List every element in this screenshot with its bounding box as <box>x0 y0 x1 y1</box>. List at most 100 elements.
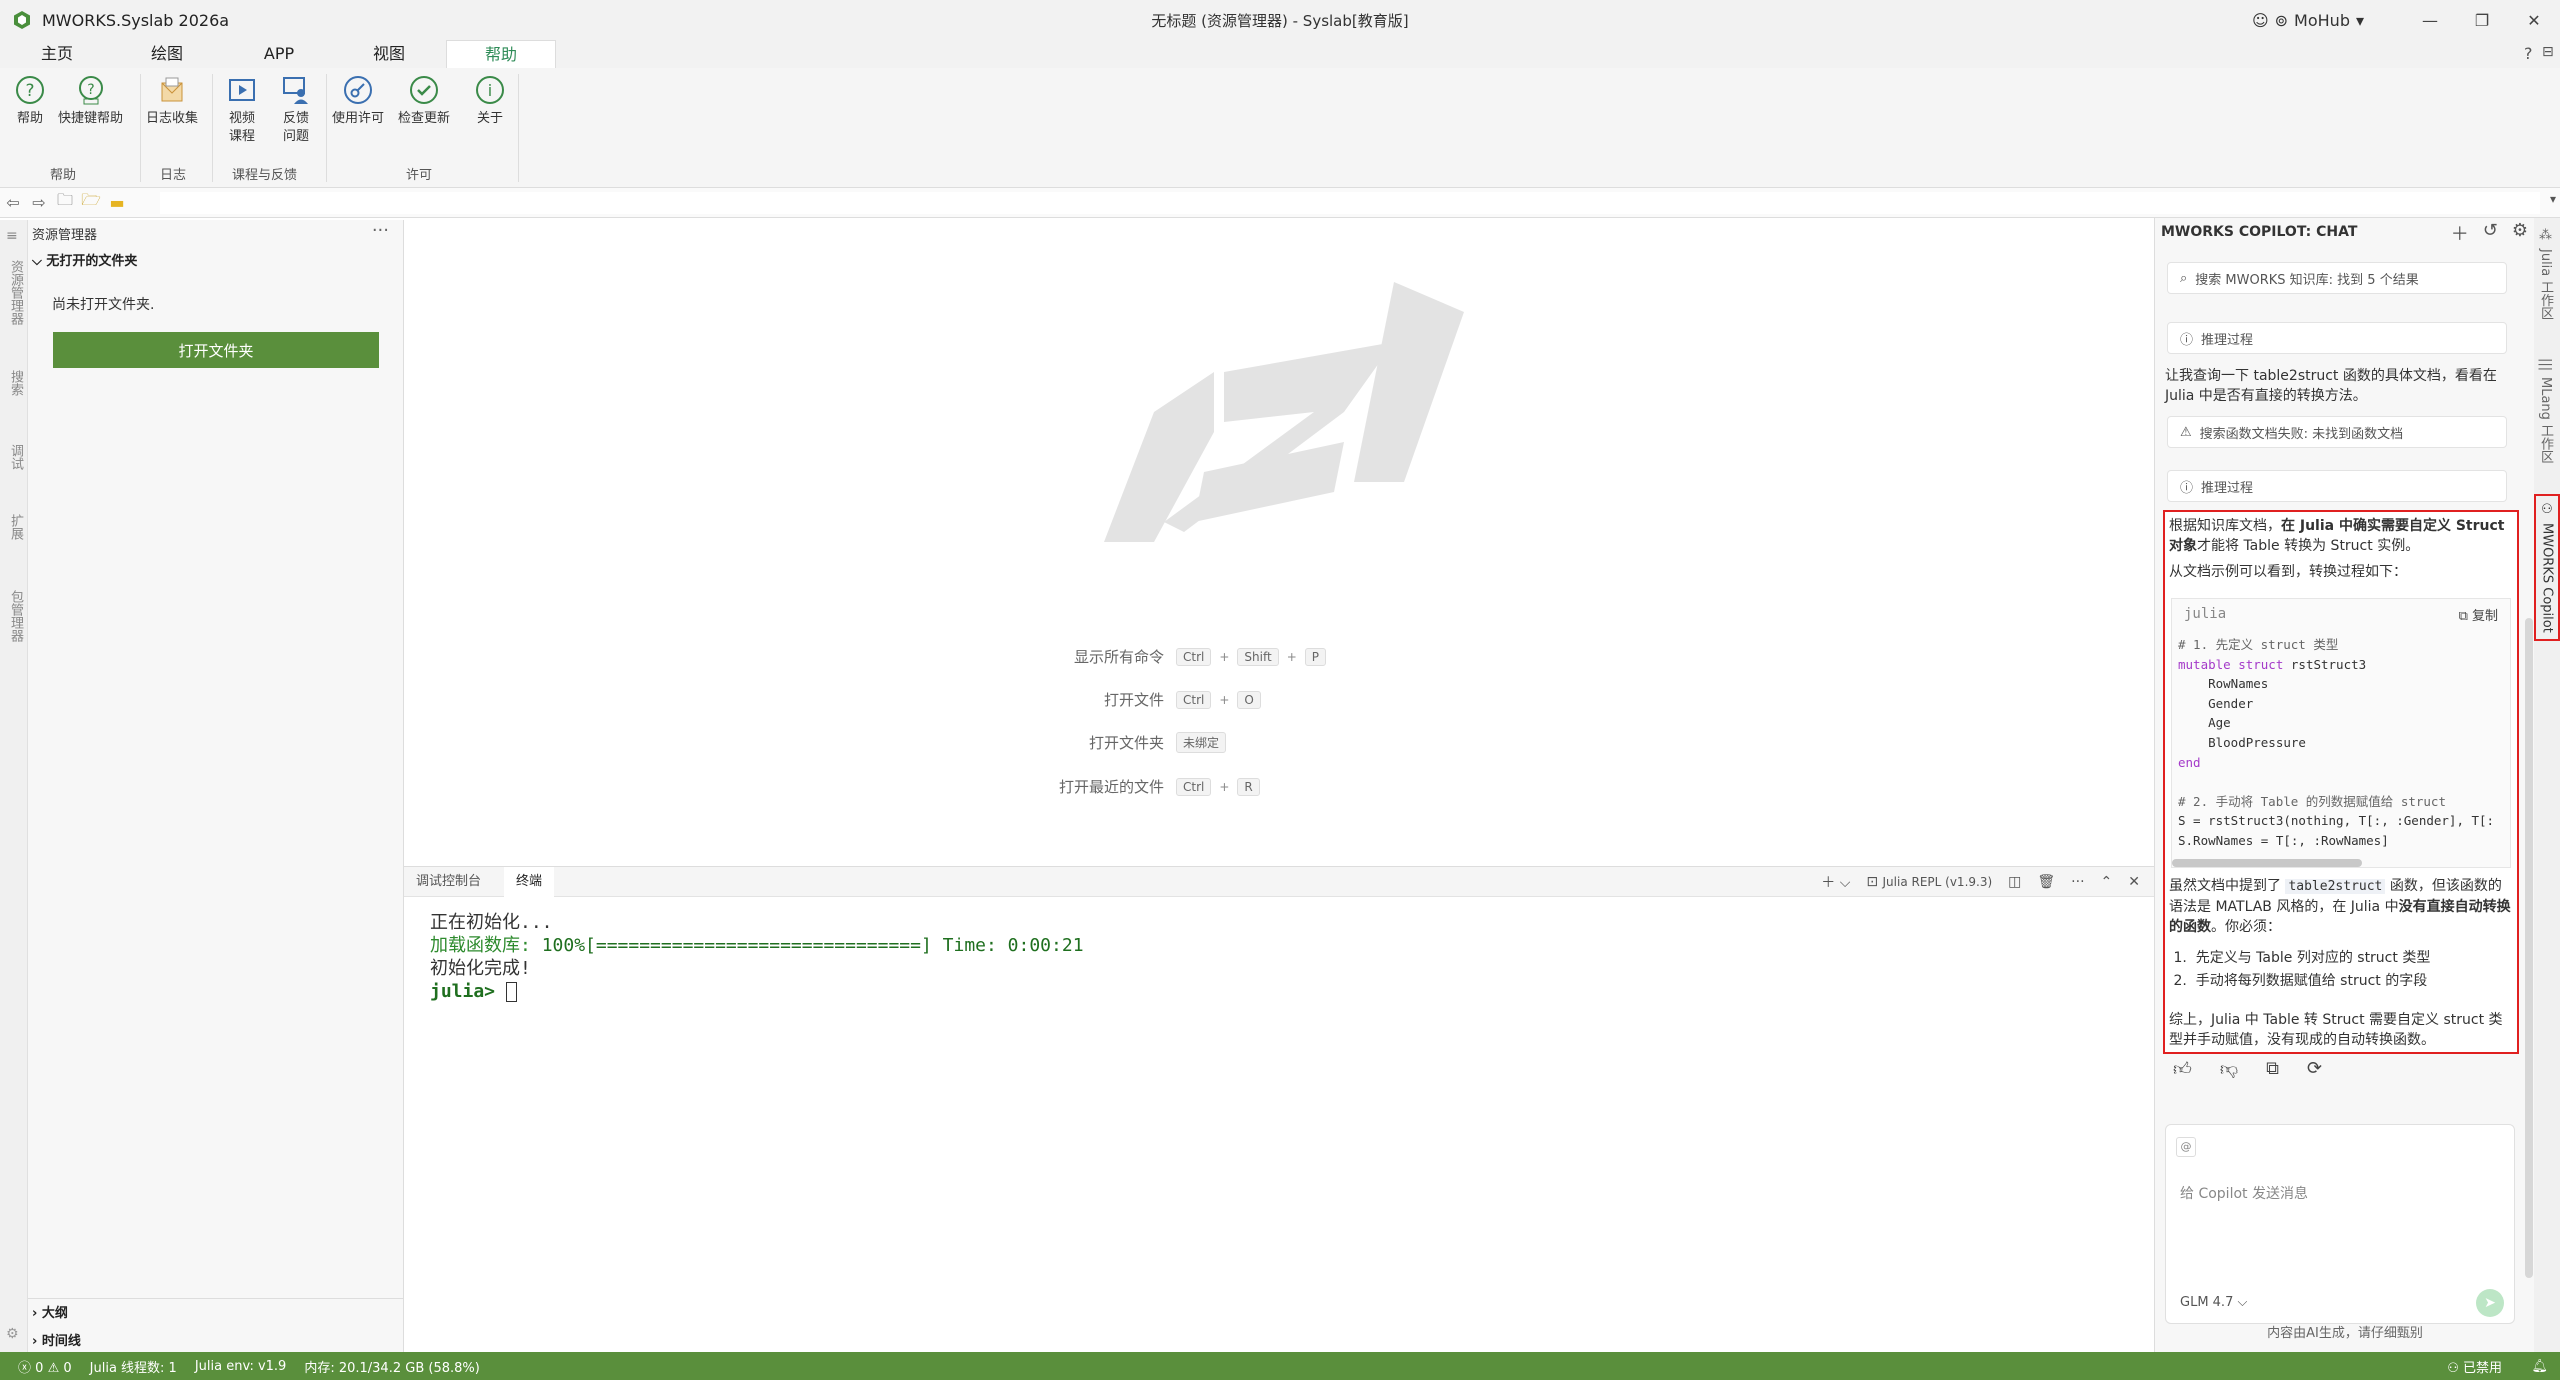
copy-code-button[interactable]: ⧉ 复制 <box>2459 605 2498 624</box>
split-terminal-icon[interactable]: ◫ <box>2008 874 2021 890</box>
help-button[interactable]: ? 帮助 <box>12 72 48 128</box>
terminal-output[interactable]: 正在初始化... 加载函数库: 100%[===================… <box>430 911 1084 1003</box>
forward-arrow-icon[interactable]: ⇨ <box>26 190 52 216</box>
minimize-button[interactable]: — <box>2404 0 2456 40</box>
reasoning-chip[interactable]: ⓘ 推理过程 <box>2167 470 2507 502</box>
browse-folder-icon[interactable]: 🗁 <box>78 190 104 216</box>
window-title: 无标题 (资源管理器) - Syslab[教育版] <box>1151 11 1409 30</box>
user-menu[interactable]: ☺ ⊚ MoHub ▾ <box>2252 11 2364 30</box>
julia-threads[interactable]: Julia 线程数: 1 <box>90 1357 177 1376</box>
more-icon[interactable]: ··· <box>372 220 389 241</box>
tab-terminal[interactable]: 终端 <box>504 867 555 897</box>
group-course-label: 课程与反馈 <box>232 168 298 183</box>
activity-extensions[interactable]: 扩展 <box>6 514 25 540</box>
restore-button[interactable]: ❐ <box>2456 0 2508 40</box>
menu-view[interactable]: 视图 <box>334 40 444 68</box>
new-chat-icon[interactable]: ＋ <box>2451 220 2469 246</box>
back-arrow-icon[interactable]: ⇦ <box>0 190 26 216</box>
shortcut-help-button[interactable]: ? 快捷键帮助 <box>58 72 123 128</box>
chat-input[interactable]: @ 给 Copilot 发送消息 GLM 4.7 ⌵ ➤ <box>2165 1124 2515 1324</box>
activity-packages[interactable]: 包管理器 <box>6 590 25 642</box>
tab-julia-workspace[interactable]: ⁂ Julia 工作区 <box>2536 228 2555 319</box>
shortcut-open-folder: 打开文件夹 未绑定 <box>1024 732 1227 753</box>
copilot-icon: ⚇ <box>2539 502 2555 517</box>
close-button[interactable]: ✕ <box>2508 0 2560 40</box>
julia-repl-selector[interactable]: ⊡ Julia REPL (v1.9.3) <box>1866 874 1992 890</box>
svg-text:?: ? <box>87 82 94 98</box>
menu-help[interactable]: 帮助 <box>446 40 556 68</box>
thumbs-down-icon[interactable]: 👎︎ <box>2220 1058 2238 1080</box>
up-folder-icon[interactable]: 🗀 <box>52 190 78 216</box>
mention-button[interactable]: @ <box>2176 1137 2196 1157</box>
menu-app[interactable]: APP <box>224 40 334 68</box>
tab-debug-console[interactable]: 调试控制台 <box>404 867 493 897</box>
ribbon-separator <box>326 74 327 182</box>
svg-text:i: i <box>488 81 492 100</box>
copilot-scrollbar[interactable] <box>2525 618 2533 1278</box>
model-label: GLM 4.7 <box>2180 1295 2234 1310</box>
regenerate-icon[interactable]: ⟳ <box>2307 1058 2322 1080</box>
tab-mlang-workspace[interactable]: ||| MLang 工作区 <box>2536 358 2555 463</box>
search-result-chip[interactable]: ⌕ 搜索 MWORKS 知识库: 找到 5 个结果 <box>2167 262 2507 294</box>
notifications-icon[interactable]: 🔔︎ <box>2531 1359 2548 1374</box>
trash-icon[interactable]: 🗑 <box>2037 874 2055 890</box>
settings-gear-icon[interactable]: ⚙ <box>6 1326 19 1342</box>
error-count: 0 <box>35 1360 44 1376</box>
text-run: 才能将 Table 转换为 Struct 实例。 <box>2197 538 2420 554</box>
path-input[interactable] <box>160 192 2540 214</box>
thumbs-up-icon[interactable]: 👍︎ <box>2173 1058 2192 1080</box>
julia-env[interactable]: Julia env: v1.9 <box>195 1359 287 1374</box>
license-button[interactable]: 使用许可 <box>332 72 384 128</box>
group-license-label: 许可 <box>406 168 433 183</box>
inline-code: table2struct <box>2285 879 2386 894</box>
feedback-label-2: 问题 <box>282 129 309 144</box>
ribbon: ? 帮助 ? 快捷键帮助 日志收集 视频 课程 反馈 问题 使用许可 检查更新 … <box>0 68 2560 188</box>
menu-bar: 主页 绘图 APP 视图 帮助 搜索 ? ⊟ <box>0 40 2560 106</box>
group-help-label: 帮助 <box>50 168 77 183</box>
list-item: 1. 先定义与 Table 列对应的 struct 类型 <box>2169 950 2431 966</box>
send-button[interactable]: ➤ <box>2476 1289 2504 1317</box>
code-horizontal-scrollbar[interactable] <box>2172 859 2362 867</box>
terminal-line: 加载函数库: 100%[============================… <box>430 934 1084 957</box>
error-chip[interactable]: ⚠ 搜索函数文档失败: 未找到函数文档 <box>2167 416 2507 448</box>
copilot-status[interactable]: ⚇ 已禁用 <box>2447 1357 2502 1376</box>
help-icon[interactable]: ? <box>2524 44 2533 63</box>
memory-usage: 内存: 20.1/34.2 GB (58.8%) <box>304 1360 480 1376</box>
open-folder-button[interactable]: 打开文件夹 <box>53 332 379 368</box>
timeline-section[interactable]: › 时间线 <box>32 1330 81 1349</box>
add-terminal-icon[interactable]: ＋ ⌵ <box>1821 872 1850 892</box>
menu-plot[interactable]: 绘图 <box>112 40 222 68</box>
maximize-panel-icon[interactable]: ⌃ <box>2101 874 2113 890</box>
problems-indicator[interactable]: ⓧ 0 ⚠ 0 <box>18 1357 72 1376</box>
feedback-button[interactable]: 反馈 问题 <box>278 72 314 146</box>
menu-home[interactable]: 主页 <box>2 40 112 68</box>
about-button[interactable]: i 关于 <box>472 72 508 128</box>
more-icon[interactable]: ··· <box>2071 874 2084 890</box>
no-folder-section[interactable]: ⌵ 无打开的文件夹 <box>32 250 137 269</box>
copy-icon[interactable]: ⧉ <box>2266 1058 2279 1080</box>
activity-explorer[interactable]: 资源管理器 <box>6 260 25 325</box>
path-dropdown-icon[interactable]: ▾ <box>2550 192 2556 206</box>
settings-icon[interactable]: ⚙ <box>2512 220 2528 246</box>
answer-paragraph-3: 虽然文档中提到了 table2struct 函数，但该函数的语法是 MATLAB… <box>2169 876 2515 937</box>
activity-search[interactable]: 搜索 <box>6 370 25 396</box>
keyword: mutable struct <box>2178 656 2284 672</box>
explorer-panel: 资源管理器 ··· ⌵ 无打开的文件夹 尚未打开文件夹. 打开文件夹 › 大纲 … <box>28 220 404 1352</box>
reasoning-chip[interactable]: ⓘ 推理过程 <box>2167 322 2507 354</box>
menu-lines-icon[interactable]: ≡ <box>6 228 18 244</box>
activity-bar: ≡ 资源管理器 搜索 调试 扩展 包管理器 ⚙ <box>0 220 28 1352</box>
model-selector[interactable]: GLM 4.7 ⌵ <box>2180 1295 2247 1310</box>
copilot-panel: MWORKS COPILOT: CHAT ＋ ↺ ⚙ ⌕ 搜索 MWORKS 知识… <box>2154 218 2534 1352</box>
activity-debug[interactable]: 调试 <box>6 444 25 470</box>
outline-section[interactable]: › 大纲 <box>32 1302 68 1321</box>
log-collect-button[interactable]: 日志收集 <box>146 72 198 128</box>
highlighted-answer: 根据知识库文档，在 Julia 中确实需要自定义 Struct 对象才能将 Ta… <box>2163 510 2519 1054</box>
collapse-ribbon-icon[interactable]: ⊟ <box>2542 44 2554 60</box>
list-item-text: 先定义与 Table 列对应的 struct 类型 <box>2195 950 2431 966</box>
video-course-button[interactable]: 视频 课程 <box>224 72 260 146</box>
close-panel-icon[interactable]: ✕ <box>2128 874 2140 890</box>
code-line: Age <box>2178 715 2231 731</box>
tab-mworks-copilot[interactable]: ⚇ MWORKS Copilot <box>2534 494 2560 641</box>
history-icon[interactable]: ↺ <box>2483 220 2498 246</box>
check-update-button[interactable]: 检查更新 <box>398 72 450 128</box>
